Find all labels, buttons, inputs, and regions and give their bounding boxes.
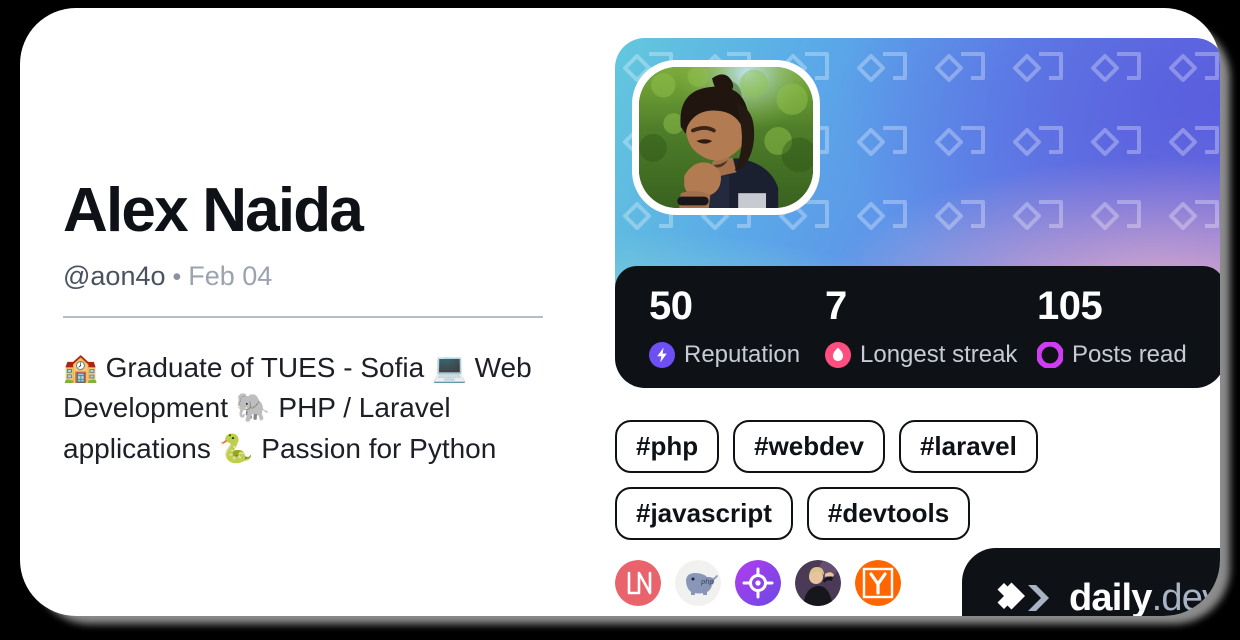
stat-label-row: Longest streak — [825, 342, 1037, 368]
section-divider — [63, 316, 543, 319]
svg-text:php: php — [700, 579, 715, 586]
profile-visual-column: 50 Reputation 7 Longest streak 105 Posts… — [615, 38, 1220, 606]
flame-icon — [825, 342, 851, 368]
cover-image: 50 Reputation 7 Longest streak 105 Posts… — [615, 38, 1220, 388]
stat-label-row: Reputation — [649, 342, 825, 368]
avatar — [639, 67, 813, 208]
stat-value: 50 — [649, 284, 693, 328]
meta-separator: • — [172, 263, 182, 292]
tag-chip[interactable]: #laravel — [898, 420, 1038, 474]
stat-label: Posts read — [1072, 341, 1187, 368]
stat-value: 7 — [825, 284, 847, 328]
tag-chip[interactable]: #devtools — [806, 487, 971, 541]
laravel-news-source-icon[interactable] — [615, 560, 661, 606]
stats-panel: 50 Reputation 7 Longest streak 105 Posts… — [615, 266, 1220, 388]
profile-name: Alex Naida — [63, 176, 364, 245]
stat-label: Longest streak — [860, 341, 1018, 368]
brand-tld: .dev — [1151, 577, 1220, 616]
avatar-frame — [632, 60, 820, 215]
stat-value: 105 — [1037, 284, 1103, 328]
photo-avatar-source-icon[interactable] — [795, 560, 841, 606]
ring-icon — [1037, 342, 1063, 368]
profile-bio: 🏫 Graduate of TUES - Sofia 💻 Web Develop… — [63, 352, 532, 464]
tag-list: #php #webdev #laravel #javascript #devto… — [615, 420, 1220, 541]
bolt-icon — [649, 342, 675, 368]
dev-card: Alex Naida @aon4o • Feb 04 🏫 Graduate of T… — [0, 0, 1240, 640]
daily-dev-logo-icon — [997, 582, 1049, 611]
php-elephant-source-icon[interactable]: php — [675, 560, 721, 606]
source-list: php — [615, 560, 901, 606]
tag-chip[interactable]: #php — [615, 420, 720, 474]
stat-longest-streak: 7 Longest streak — [825, 286, 1037, 368]
hacker-news-source-icon[interactable] — [855, 560, 901, 606]
crosshair-source-icon[interactable] — [735, 560, 781, 606]
stat-label: Reputation — [684, 341, 801, 368]
brand-name: daily — [1069, 577, 1152, 616]
profile-joined-date: Feb 04 — [188, 261, 273, 292]
tag-chip[interactable]: #webdev — [733, 420, 885, 474]
profile-info-column: Alex Naida @aon4o • Feb 04 🏫 Graduate of T… — [63, 178, 563, 469]
tag-chip[interactable]: #javascript — [615, 487, 793, 541]
stat-label-row: Posts read — [1037, 342, 1187, 368]
stat-posts-read: 105 Posts read — [1037, 286, 1187, 368]
daily-dev-brand-badge: daily.dev — [962, 548, 1220, 616]
brand-wordmark: daily.dev — [1069, 579, 1220, 616]
card-body: Alex Naida @aon4o • Feb 04 🏫 Graduate of T… — [20, 8, 1220, 616]
profile-meta-row: @aon4o • Feb 04 — [63, 263, 563, 290]
profile-handle: @aon4o — [63, 261, 166, 292]
stat-reputation: 50 Reputation — [649, 286, 825, 368]
